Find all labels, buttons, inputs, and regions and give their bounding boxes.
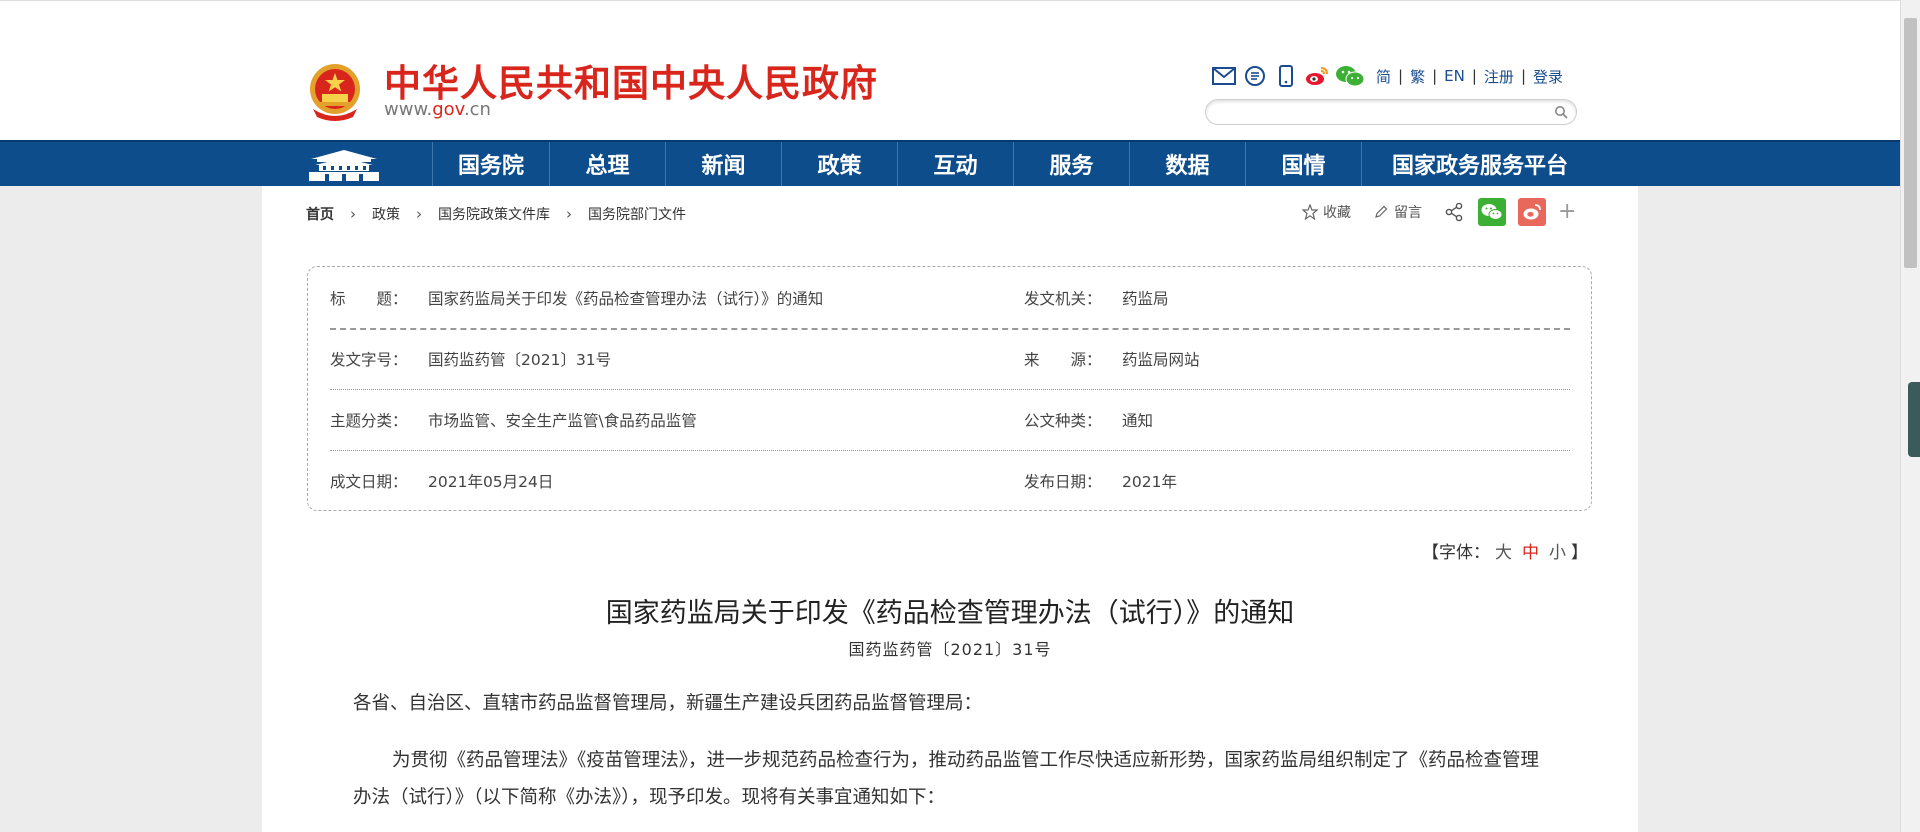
meta-value: 国家药监局关于印发《药品检查管理办法（试行）》的通知 xyxy=(428,289,824,308)
article-actions: 收藏 留言 + xyxy=(1302,198,1576,226)
article-paragraph: 各省、自治区、直辖市药品监督管理局，新疆生产建设兵团药品监督管理局： xyxy=(353,693,983,714)
breadcrumb-department-docs[interactable]: 国务院部门文件 xyxy=(588,204,686,224)
meta-value: 药监局网站 xyxy=(1122,350,1200,369)
wechat-share-button[interactable] xyxy=(1478,198,1506,226)
weibo-icon xyxy=(1523,204,1541,220)
wechat-icon[interactable] xyxy=(1335,64,1365,88)
nav-item-policy[interactable]: 政策 xyxy=(781,142,897,186)
meta-label: 标 题： xyxy=(330,289,408,308)
search-input[interactable] xyxy=(1218,100,1548,124)
message-icon[interactable] xyxy=(1242,64,1268,88)
breadcrumb: 首页 › 政策 › 国务院政策文件库 › 国务院部门文件 xyxy=(306,204,686,224)
lang-simplified-link[interactable]: 简 xyxy=(1376,66,1391,87)
comment-label: 留言 xyxy=(1394,205,1422,221)
meta-row: 发文字号： 国药监药管〔2021〕31号 来 源： 药监局网站 xyxy=(330,328,1570,389)
search-icon[interactable] xyxy=(1552,103,1570,121)
star-icon xyxy=(1302,204,1318,220)
article-paragraph: 为贯彻《药品管理法》《疫苗管理法》，进一步规范药品检查行为，推动药品监管工作尽快… xyxy=(353,750,1540,808)
site-header: 中华人民共和国中央人民政府 www.gov.cn 简 | 繁 | EN | 注册… xyxy=(0,0,1900,140)
meta-label: 发文机关： xyxy=(1024,289,1102,308)
font-size-small[interactable]: 小 xyxy=(1549,543,1566,563)
lang-traditional-link[interactable]: 繁 xyxy=(1410,66,1425,87)
site-url-domain: gov xyxy=(432,99,464,120)
nav-item-news[interactable]: 新闻 xyxy=(665,142,781,186)
meta-label: 公文种类： xyxy=(1024,411,1102,430)
language-links: 简 | 繁 | EN | 注册 | 登录 xyxy=(1376,66,1564,87)
wechat-icon xyxy=(1481,204,1503,220)
weibo-share-button[interactable] xyxy=(1518,198,1546,226)
favorite-label: 收藏 xyxy=(1323,205,1351,221)
chevron-right-icon: › xyxy=(416,205,422,223)
lang-english-link[interactable]: EN xyxy=(1444,67,1465,85)
site-url-prefix: www. xyxy=(384,99,433,120)
chevron-right-icon: › xyxy=(566,205,572,223)
side-floating-widget[interactable] xyxy=(1908,382,1920,457)
site-url-suffix: .cn xyxy=(463,99,491,120)
meta-label: 发布日期： xyxy=(1024,472,1102,491)
share-icon[interactable] xyxy=(1444,202,1464,222)
document-number: 国药监药管〔2021〕31号 xyxy=(848,640,1052,659)
main-nav: 国务院 总理 新闻 政策 互动 服务 数据 国情 国家政务服务平台 xyxy=(0,140,1900,186)
nav-item-state-council[interactable]: 国务院 xyxy=(432,142,549,186)
font-size-medium[interactable]: 中 xyxy=(1522,543,1539,563)
meta-value: 2021年05月24日 xyxy=(428,472,554,491)
meta-value: 通知 xyxy=(1122,411,1154,430)
nav-item-gov-service-platform[interactable]: 国家政务服务平台 xyxy=(1361,142,1598,186)
document-metadata: 标 题： 国家药监局关于印发《药品检查管理办法（试行）》的通知 发文机关： 药监… xyxy=(307,266,1592,511)
font-size-suffix: 】 xyxy=(1571,543,1588,563)
main-content: 首页 › 政策 › 国务院政策文件库 › 国务院部门文件 收藏 留言 + 标 题… xyxy=(262,186,1638,832)
login-link[interactable]: 登录 xyxy=(1533,66,1563,87)
plus-icon[interactable]: + xyxy=(1558,201,1576,223)
nav-item-data[interactable]: 数据 xyxy=(1129,142,1245,186)
nav-item-national-info[interactable]: 国情 xyxy=(1245,142,1361,186)
font-size-switcher: 【字体：大中小】 xyxy=(1422,538,1588,563)
nav-item-premier[interactable]: 总理 xyxy=(549,142,665,186)
mobile-icon[interactable] xyxy=(1273,64,1299,88)
breadcrumb-policy[interactable]: 政策 xyxy=(372,204,400,224)
scrollbar-thumb[interactable] xyxy=(1904,18,1917,268)
meta-label: 发文字号： xyxy=(330,350,408,369)
meta-value: 2021年 xyxy=(1122,472,1177,491)
breadcrumb-home[interactable]: 首页 xyxy=(306,204,334,224)
mail-icon[interactable] xyxy=(1211,64,1237,88)
meta-row: 成文日期： 2021年05月24日 发布日期： 2021年 xyxy=(330,450,1570,511)
nav-items: 国务院 总理 新闻 政策 互动 服务 数据 国情 国家政务服务平台 xyxy=(432,142,1598,186)
comment-button[interactable]: 留言 xyxy=(1373,202,1422,222)
weibo-icon[interactable] xyxy=(1304,64,1330,88)
pencil-icon xyxy=(1373,204,1389,220)
search-box xyxy=(1205,99,1577,125)
meta-value: 国药监药管〔2021〕31号 xyxy=(428,350,612,369)
breadcrumb-policy-library[interactable]: 国务院政策文件库 xyxy=(438,204,550,224)
meta-row: 主题分类： 市场监管、安全生产监管\食品药品监管 公文种类： 通知 xyxy=(330,389,1570,450)
header-tools: 简 | 繁 | EN | 注册 | 登录 xyxy=(1211,63,1563,89)
chevron-right-icon: › xyxy=(350,205,356,223)
meta-label: 主题分类： xyxy=(330,411,408,430)
register-link[interactable]: 注册 xyxy=(1484,66,1514,87)
meta-value: 药监局 xyxy=(1122,289,1169,308)
favorite-button[interactable]: 收藏 xyxy=(1302,202,1351,222)
font-size-prefix: 【字体： xyxy=(1422,543,1490,563)
meta-value: 市场监管、安全生产监管\食品药品监管 xyxy=(428,411,697,430)
meta-row: 标 题： 国家药监局关于印发《药品检查管理办法（试行）》的通知 发文机关： 药监… xyxy=(330,267,1570,328)
nav-item-services[interactable]: 服务 xyxy=(1013,142,1129,186)
font-size-large[interactable]: 大 xyxy=(1495,543,1512,563)
article-title: 国家药监局关于印发《药品检查管理办法（试行）》的通知 xyxy=(605,598,1295,629)
meta-label: 成文日期： xyxy=(330,472,408,491)
national-emblem-icon[interactable] xyxy=(305,61,365,123)
meta-label: 来 源： xyxy=(1024,350,1102,369)
nav-item-interaction[interactable]: 互动 xyxy=(897,142,1013,186)
tiananmen-icon[interactable] xyxy=(305,145,383,183)
site-url[interactable]: www.gov.cn xyxy=(384,99,491,120)
